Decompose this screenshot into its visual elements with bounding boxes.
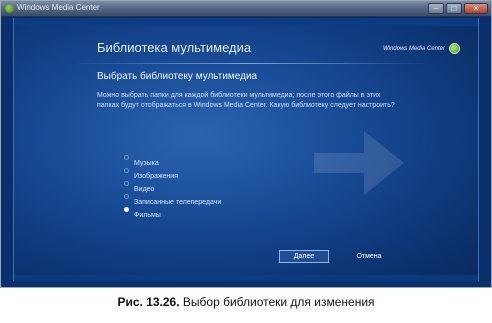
- bottom-strip: [14, 275, 478, 281]
- option-recorded-tv[interactable]: Записанные телепередачи: [124, 191, 221, 206]
- minimize-button[interactable]: –: [428, 3, 444, 14]
- figure-caption-text: Выбор библиотеки для изменения: [179, 295, 375, 309]
- cancel-button[interactable]: Отмена: [349, 250, 389, 263]
- option-movies[interactable]: Фильмы: [124, 204, 221, 219]
- brand-text: Windows Media Center: [383, 45, 445, 52]
- library-options: Музыка Изображения Видео Записанные теле…: [124, 152, 221, 219]
- option-label: Фильмы: [134, 212, 161, 219]
- arrow-watermark-icon: [314, 131, 404, 195]
- top-strip: [14, 18, 478, 26]
- maximize-button[interactable]: □: [446, 3, 462, 14]
- figure-number: Рис. 13.26.: [117, 295, 180, 309]
- brand: Windows Media Center: [383, 43, 460, 54]
- close-button[interactable]: ✕: [464, 3, 488, 14]
- figure-caption: Рис. 13.26. Выбор библиотеки для изменен…: [0, 295, 492, 309]
- next-button[interactable]: Далее: [279, 250, 329, 263]
- windows-logo-icon: [449, 43, 460, 54]
- radio-icon[interactable]: [124, 168, 129, 173]
- header-separator: [70, 63, 430, 64]
- window-controls: – □ ✕: [428, 3, 488, 14]
- option-video[interactable]: Видео: [124, 178, 221, 193]
- section-heading: Выбрать библиотеку мультимедиа: [97, 71, 258, 82]
- radio-selected-icon[interactable]: [124, 207, 129, 212]
- media-center-window: Windows Media Center – □ ✕ Библиотека му…: [0, 0, 492, 288]
- title-bar[interactable]: Windows Media Center – □ ✕: [1, 1, 491, 17]
- page-title: Библиотека мультимедиа: [97, 40, 252, 55]
- radio-icon[interactable]: [124, 181, 129, 186]
- radio-icon[interactable]: [124, 194, 129, 199]
- radio-icon[interactable]: [124, 155, 129, 160]
- media-center-content: Библиотека мультимедиа Windows Media Cen…: [13, 18, 479, 281]
- window-title: Windows Media Center: [17, 3, 100, 12]
- option-pictures[interactable]: Изображения: [124, 165, 221, 180]
- footer: Далее Отмена: [14, 247, 478, 273]
- media-center-logo-icon: [5, 4, 14, 13]
- section-description: Можно выбрать папки для каждой библиотек…: [97, 92, 395, 109]
- option-music[interactable]: Музыка: [124, 152, 221, 167]
